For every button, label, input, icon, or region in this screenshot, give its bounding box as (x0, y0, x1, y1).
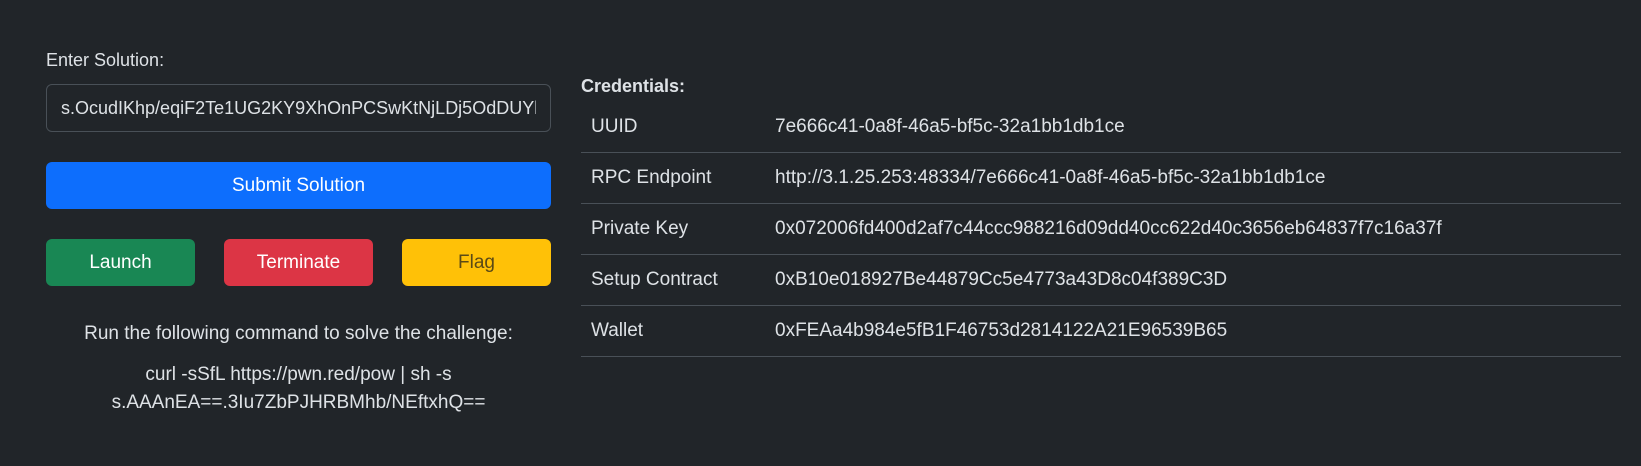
solution-input[interactable] (46, 84, 551, 132)
submit-solution-button[interactable]: Submit Solution (46, 162, 551, 209)
credential-key: Wallet (581, 305, 775, 357)
flag-button[interactable]: Flag (402, 239, 551, 286)
action-buttons: Launch Terminate Flag (46, 239, 551, 286)
credential-key: UUID (581, 102, 775, 153)
credential-row-rpc-endpoint: RPC Endpoint http://3.1.25.253:48334/7e6… (581, 152, 1621, 204)
credential-key: Private Key (581, 203, 775, 255)
credential-value: 0xB10e018927Be44879Cc5e4773a43D8c04f389C… (775, 254, 1621, 306)
pow-command: curl -sSfL https://pwn.red/pow | sh -s s… (46, 361, 551, 417)
credential-value: 0xFEAa4b984e5fB1F46753d2814122A21E96539B… (775, 305, 1621, 357)
credential-value: 7e666c41-0a8f-46a5-bf5c-32a1bb1db1ce (775, 102, 1621, 153)
solution-label: Enter Solution: (46, 50, 165, 70)
credential-row-private-key: Private Key 0x072006fd400d2af7c44ccc9882… (581, 203, 1621, 255)
credential-row-setup-contract: Setup Contract 0xB10e018927Be44879Cc5e47… (581, 254, 1621, 306)
pow-command-line-1: curl -sSfL https://pwn.red/pow | sh -s (145, 364, 452, 385)
terminate-button[interactable]: Terminate (224, 239, 373, 286)
credentials-heading: Credentials: (581, 76, 686, 96)
credential-row-uuid: UUID 7e666c41-0a8f-46a5-bf5c-32a1bb1db1c… (581, 102, 1621, 153)
credential-key: RPC Endpoint (581, 152, 775, 204)
credential-value: http://3.1.25.253:48334/7e666c41-0a8f-46… (775, 152, 1621, 204)
credential-key: Setup Contract (581, 254, 775, 306)
pow-command-line-2: s.AAAnEA==.3Iu7ZbPJHRBMhb/NEftxhQ== (111, 392, 486, 413)
credential-row-wallet: Wallet 0xFEAa4b984e5fB1F46753d2814122A21… (581, 305, 1621, 357)
instruction-text: Run the following command to solve the c… (84, 323, 513, 344)
credential-value: 0x072006fd400d2af7c44ccc988216d09dd40cc6… (775, 203, 1621, 255)
credentials-panel: Credentials: UUID 7e666c41-0a8f-46a5-bf5… (581, 74, 1621, 357)
solution-panel: Enter Solution: Submit Solution Launch T… (46, 48, 551, 417)
launch-button[interactable]: Launch (46, 239, 195, 286)
credentials-table: UUID 7e666c41-0a8f-46a5-bf5c-32a1bb1db1c… (581, 102, 1621, 357)
